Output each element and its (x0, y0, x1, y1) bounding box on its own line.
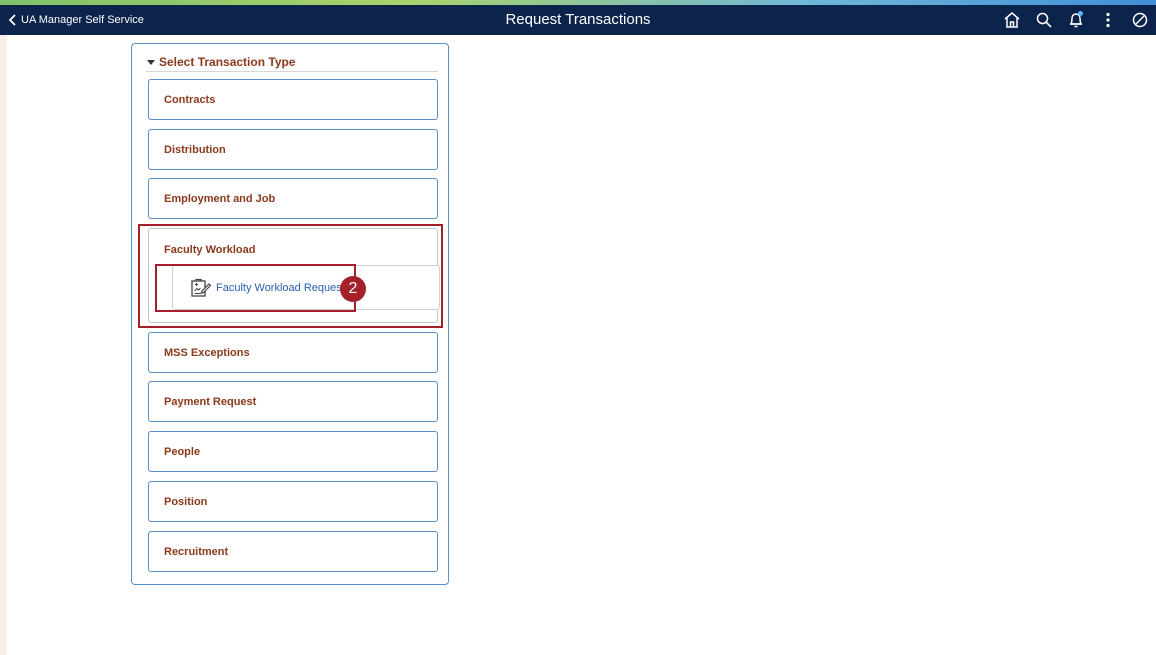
no-entry-icon (1132, 12, 1148, 28)
tile-label: Contracts (164, 94, 216, 106)
tile-contracts[interactable]: Contracts (148, 79, 438, 120)
section-header[interactable]: Select Transaction Type (146, 53, 438, 72)
faculty-workload-request-link[interactable]: Faculty Workload Request (172, 265, 440, 310)
search-button[interactable] (1028, 5, 1060, 35)
page-title: Request Transactions (505, 11, 651, 28)
back-button[interactable]: UA Manager Self Service (8, 5, 144, 35)
tile-label: Employment and Job (164, 193, 276, 205)
tile-label: Faculty Workload (164, 244, 256, 256)
tile-payment-request[interactable]: Payment Request (148, 381, 438, 422)
step-number-badge: 2 (340, 276, 366, 302)
tile-people[interactable]: People (148, 431, 438, 472)
tile-label: Payment Request (164, 396, 257, 408)
tile-label: MSS Exceptions (164, 347, 250, 359)
more-options-icon (1106, 12, 1110, 28)
more-options-button[interactable] (1092, 5, 1124, 35)
tile-label: Distribution (164, 144, 226, 156)
tile-recruitment[interactable]: Recruitment (148, 531, 438, 572)
left-strip (0, 35, 7, 655)
tile-label: Position (164, 496, 208, 508)
tile-distribution[interactable]: Distribution (148, 129, 438, 170)
tile-mss-exceptions[interactable]: MSS Exceptions (148, 332, 438, 373)
home-icon (1004, 12, 1020, 28)
notification-dot (1078, 11, 1083, 16)
tile-faculty-workload[interactable]: Faculty Workload Faculty Workload Reques… (148, 228, 440, 323)
transaction-type-panel: Select Transaction Type Contracts Distri… (131, 43, 449, 585)
tile-employment-and-job[interactable]: Employment and Job (148, 178, 438, 219)
search-icon (1036, 12, 1052, 28)
tile-position[interactable]: Position (148, 481, 438, 522)
form-edit-icon (190, 278, 212, 298)
home-button[interactable] (996, 5, 1028, 35)
tile-label: People (164, 446, 201, 458)
tile-label: Recruitment (164, 546, 229, 558)
notifications-button[interactable] (1060, 5, 1092, 35)
caret-down-icon (147, 59, 155, 65)
chevron-left-icon (8, 14, 16, 26)
sub-item-label: Faculty Workload Request (216, 281, 345, 294)
top-bar: UA Manager Self Service Request Transact… (0, 5, 1156, 35)
navbar-button[interactable] (1124, 5, 1156, 35)
back-label: UA Manager Self Service (21, 14, 144, 26)
section-title: Select Transaction Type (159, 55, 296, 69)
header-actions (996, 5, 1156, 35)
